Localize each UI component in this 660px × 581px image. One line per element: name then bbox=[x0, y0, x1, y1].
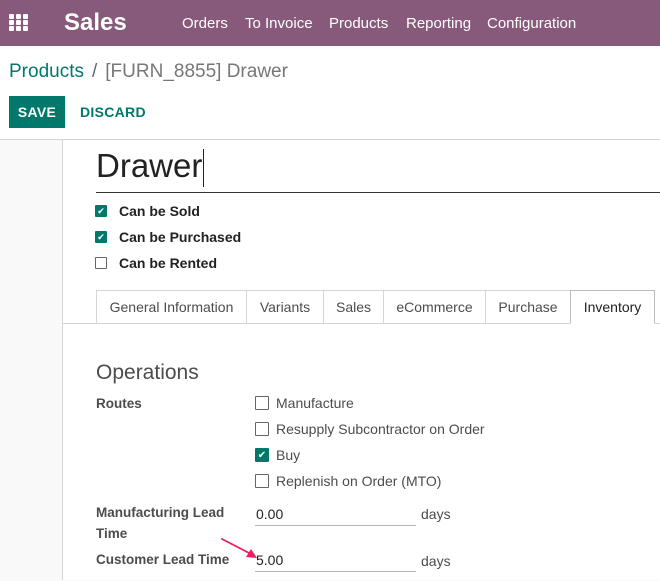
menu-reporting[interactable]: Reporting bbox=[406, 15, 471, 32]
menu-orders[interactable]: Orders bbox=[182, 15, 228, 32]
checkbox-unchecked-icon bbox=[255, 422, 269, 436]
tab-variants[interactable]: Variants bbox=[246, 290, 324, 323]
manufacturing-lead-time-label: Manufacturing Lead Time bbox=[96, 505, 225, 541]
route-label: Manufacture bbox=[276, 395, 354, 411]
breadcrumb-separator: / bbox=[91, 61, 98, 82]
breadcrumb-current: [FURN_8855] Drawer bbox=[105, 61, 288, 82]
checkbox-label: Can be Purchased bbox=[119, 229, 242, 245]
checkbox-unchecked-icon bbox=[255, 474, 269, 488]
menu-to-invoice[interactable]: To Invoice bbox=[245, 15, 313, 32]
can-be-purchased-checkbox[interactable]: Can be Purchased bbox=[95, 229, 241, 245]
checkbox-label: Can be Sold bbox=[119, 203, 200, 219]
manufacturing-lead-time-unit: days bbox=[421, 506, 451, 522]
checkbox-unchecked-icon bbox=[255, 396, 269, 410]
route-resupply-subcontractor-checkbox[interactable]: Resupply Subcontractor on Order bbox=[255, 421, 485, 437]
checkbox-checked-icon bbox=[95, 205, 107, 217]
operations-heading: Operations bbox=[96, 361, 199, 384]
discard-button[interactable]: DISCARD bbox=[72, 96, 154, 128]
checkbox-label: Can be Rented bbox=[119, 255, 218, 271]
text-caret bbox=[203, 149, 205, 188]
tab-ecommerce[interactable]: eCommerce bbox=[383, 290, 486, 323]
customer-lead-time-label: Customer Lead Time bbox=[96, 552, 230, 567]
route-label: Resupply Subcontractor on Order bbox=[276, 421, 485, 437]
product-name-input[interactable]: Drawer bbox=[96, 146, 660, 193]
product-name-text: Drawer bbox=[96, 147, 203, 184]
app-title[interactable]: Sales bbox=[64, 9, 127, 37]
menu-products[interactable]: Products bbox=[329, 15, 388, 32]
can-be-rented-checkbox[interactable]: Can be Rented bbox=[95, 255, 217, 271]
checkbox-checked-icon bbox=[255, 448, 269, 462]
top-navbar: Sales Orders To Invoice Products Reporti… bbox=[0, 0, 660, 46]
annotation-arrow-icon bbox=[221, 538, 257, 558]
manufacturing-lead-time-input[interactable] bbox=[255, 502, 416, 526]
route-label: Buy bbox=[276, 447, 301, 463]
route-mto-checkbox[interactable]: Replenish on Order (MTO) bbox=[255, 473, 441, 489]
apps-grid-icon[interactable] bbox=[9, 14, 29, 32]
tab-sales[interactable]: Sales bbox=[323, 290, 384, 323]
checkbox-unchecked-icon bbox=[95, 257, 107, 269]
save-button[interactable]: SAVE bbox=[9, 96, 65, 128]
route-manufacture-checkbox[interactable]: Manufacture bbox=[255, 395, 354, 411]
route-buy-checkbox[interactable]: Buy bbox=[255, 447, 300, 463]
checkbox-checked-icon bbox=[95, 231, 107, 243]
tab-general-information[interactable]: General Information bbox=[96, 290, 247, 323]
breadcrumb: Products / [FURN_8855] Drawer bbox=[9, 61, 288, 83]
routes-label: Routes bbox=[96, 396, 142, 411]
tab-purchase[interactable]: Purchase bbox=[485, 290, 571, 323]
customer-lead-time-input[interactable] bbox=[255, 548, 416, 572]
route-label: Replenish on Order (MTO) bbox=[276, 473, 442, 489]
breadcrumb-products-link[interactable]: Products bbox=[9, 61, 84, 82]
customer-lead-time-unit: days bbox=[421, 553, 451, 569]
menu-configuration[interactable]: Configuration bbox=[487, 15, 576, 32]
can-be-sold-checkbox[interactable]: Can be Sold bbox=[95, 203, 200, 219]
tab-inventory[interactable]: Inventory bbox=[570, 290, 655, 324]
